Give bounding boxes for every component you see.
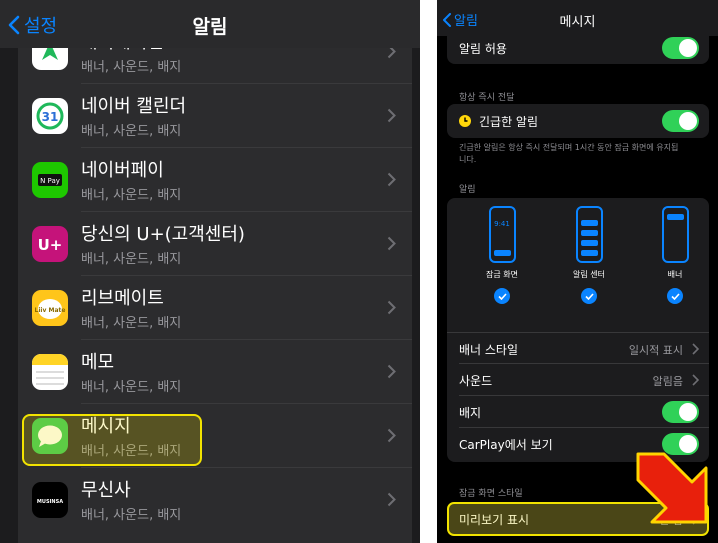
red-arrow-icon (636, 452, 708, 524)
style-banner[interactable]: 배너 (645, 206, 705, 304)
banner-style-row[interactable]: 배너 스타일 일시적 표시 (447, 332, 709, 364)
icon-text: N Pay (40, 177, 60, 185)
chevron-right-icon (387, 236, 396, 251)
carplay-label: CarPlay에서 보기 (459, 438, 553, 452)
section-header-always: 항상 즉시 전달 (459, 93, 515, 103)
notification-block (580, 250, 598, 256)
app-row-liivmate[interactable]: Liiv Mate 리브메이트 배너, 사운드, 배지 (18, 276, 412, 340)
app-subtitle: 배너, 사운드, 배지 (81, 252, 182, 267)
urgent-footnote: 긴급한 알림은 항상 즉시 전달되며 1시간 동안 잠금 화면에 유지됩니다. (459, 143, 679, 164)
alerts-card: 9:41 잠금 화면 알림 센터 배너 배너 스타일 일시적 표시 사운드 알림… (447, 198, 709, 462)
app-row-musinsa[interactable]: MUSINSA 무신사 배너, 사운드, 배지 (18, 468, 412, 532)
navigation-bar: 설정 알림 (0, 0, 420, 48)
app-subtitle: 배너, 사운드, 배지 (81, 60, 182, 75)
liivmate-icon: Liiv Mate (32, 290, 68, 326)
style-label: 잠금 화면 (486, 270, 518, 279)
app-name: 당신의 U+(고객센터) (81, 224, 245, 245)
clock-icon (459, 115, 471, 127)
style-notification-center[interactable]: 알림 센터 (559, 206, 619, 304)
app-row-naver-calendar[interactable]: 31 네이버 캘린더 배너, 사운드, 배지 (18, 84, 412, 148)
icon-text: U+ (38, 236, 63, 254)
app-subtitle: 배너, 사운드, 배지 (81, 508, 182, 523)
phone-notification-center-icon (575, 206, 603, 263)
chevron-right-icon (387, 108, 396, 123)
sound-row[interactable]: 사운드 알림음 (447, 364, 709, 396)
naver-pay-icon: N Pay (32, 162, 68, 198)
icon-text: 31 (42, 110, 59, 124)
sound-value: 알림음 (652, 375, 683, 388)
urgent-label: 긴급한 알림 (479, 115, 539, 129)
page-title: 메시지 (559, 15, 596, 30)
notification-block (666, 214, 684, 220)
phone-lock-screen-icon: 9:41 (488, 206, 516, 263)
allow-notifications-toggle[interactable] (662, 37, 699, 59)
sound-label: 사운드 (459, 374, 493, 388)
navigation-bar: 알림 메시지 (437, 0, 718, 36)
app-name: 무신사 (81, 480, 131, 501)
chevron-right-icon (387, 300, 396, 315)
app-subtitle: 배너, 사운드, 배지 (81, 316, 182, 331)
notification-block (493, 250, 511, 256)
uplus-icon: U+ (32, 226, 68, 262)
app-name: 메모 (81, 352, 115, 373)
badge-toggle[interactable] (662, 401, 699, 423)
notes-icon (32, 354, 68, 390)
app-name: 리브메이트 (81, 288, 164, 309)
urgent-toggle[interactable] (662, 110, 699, 132)
allow-label: 알림 허용 (459, 42, 507, 56)
badge-row: 배지 (447, 396, 709, 428)
checkmark-icon (667, 288, 683, 304)
urgent-card: 긴급한 알림 (447, 104, 709, 138)
app-row-notes[interactable]: 메모 배너, 사운드, 배지 (18, 340, 412, 404)
notification-block (580, 220, 598, 226)
badge-label: 배지 (459, 406, 482, 420)
chevron-right-icon (387, 428, 396, 443)
style-lock-screen[interactable]: 9:41 잠금 화면 (472, 206, 532, 304)
checkmark-icon (581, 288, 597, 304)
lock-time: 9:41 (494, 220, 510, 228)
notification-block (580, 240, 598, 246)
chevron-right-icon (692, 343, 699, 355)
app-subtitle: 배너, 사운드, 배지 (81, 188, 182, 203)
checkmark-icon (494, 288, 510, 304)
banner-style-value: 일시적 표시 (628, 344, 683, 357)
page-title: 알림 (192, 16, 228, 38)
style-label: 알림 센터 (573, 270, 605, 279)
phone-banner-icon (661, 206, 689, 263)
banner-style-label: 배너 스타일 (459, 343, 519, 357)
chevron-right-icon (387, 364, 396, 379)
app-name: 네이버 캘린더 (81, 96, 187, 117)
allow-notifications-row: 알림 허용 (447, 32, 709, 64)
app-row-uplus[interactable]: U+ 당신의 U+(고객센터) 배너, 사운드, 배지 (18, 212, 412, 276)
section-header-lock-screen: 잠금 화면 스타일 (459, 489, 523, 499)
chevron-right-icon (387, 492, 396, 507)
app-name: 네이버페이 (81, 160, 164, 181)
chevron-right-icon (387, 172, 396, 187)
app-row-naver-pay[interactable]: N Pay 네이버페이 배너, 사운드, 배지 (18, 148, 412, 212)
notification-block (580, 230, 598, 236)
musinsa-icon: MUSINSA (32, 482, 68, 518)
urgent-row: 긴급한 알림 (447, 105, 709, 137)
icon-text: Liiv Mate (35, 307, 66, 314)
app-subtitle: 배너, 사운드, 배지 (81, 380, 182, 395)
highlight-box (22, 414, 202, 466)
app-subtitle: 배너, 사운드, 배지 (81, 124, 182, 139)
style-label: 배너 (667, 270, 683, 279)
chevron-right-icon (692, 374, 699, 386)
icon-text: MUSINSA (37, 499, 63, 505)
naver-calendar-icon: 31 (32, 98, 68, 134)
section-header-alerts: 알림 (459, 185, 476, 195)
